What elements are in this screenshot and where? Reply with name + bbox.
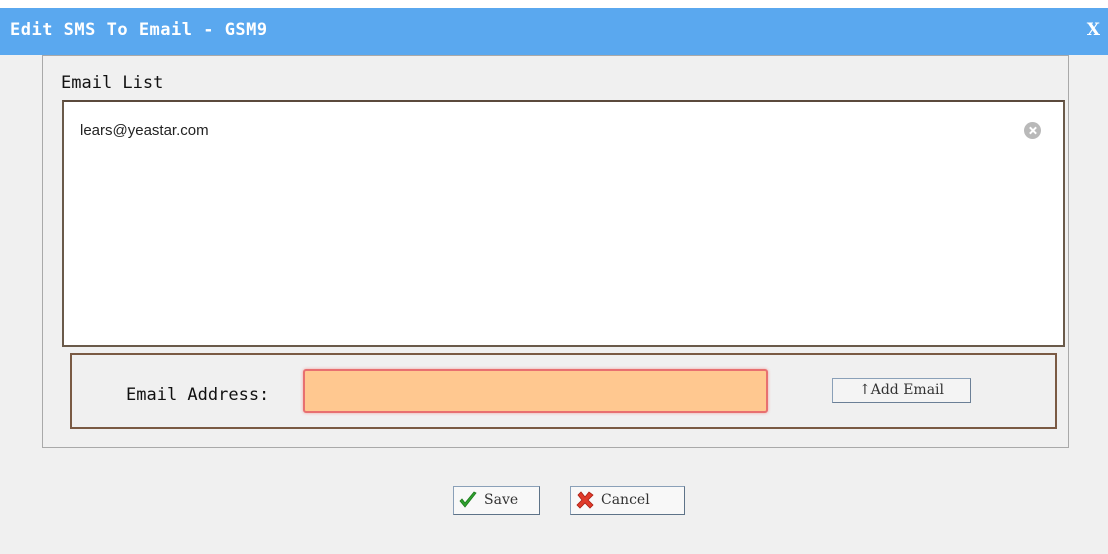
email-list-box: lears@yeastar.com [62, 100, 1065, 347]
email-list-label: Email List [61, 73, 164, 93]
red-x-icon [576, 491, 594, 509]
email-list-item-text: lears@yeastar.com [80, 122, 209, 139]
dialog-title: Edit SMS To Email - GSM9 [10, 20, 268, 40]
email-address-label: Email Address: [126, 385, 270, 405]
cancel-button[interactable]: Cancel [570, 486, 685, 515]
close-button[interactable]: X [1087, 20, 1100, 40]
green-check-icon [459, 491, 477, 508]
dialog-titlebar: Edit SMS To Email - GSM9 X [0, 8, 1108, 55]
save-button-label: Save [484, 492, 519, 508]
remove-circle-icon[interactable] [1024, 122, 1041, 139]
email-address-input[interactable] [303, 369, 768, 413]
save-button[interactable]: Save [453, 486, 540, 515]
add-email-button[interactable]: ↑Add Email [832, 378, 971, 403]
cancel-button-label: Cancel [601, 492, 650, 508]
